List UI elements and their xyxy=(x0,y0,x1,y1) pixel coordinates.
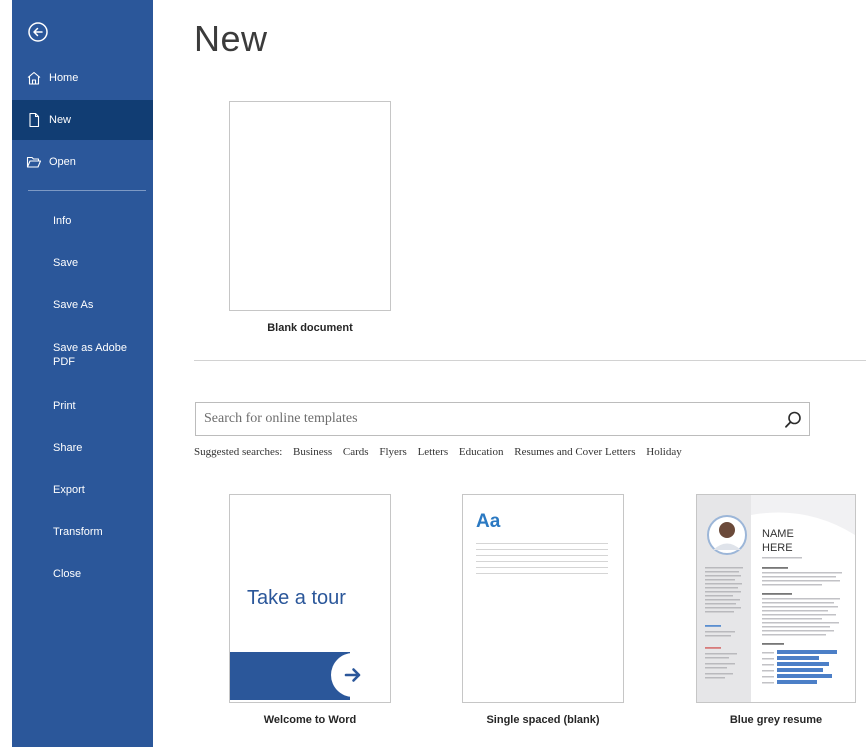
nav-new[interactable]: New xyxy=(12,100,153,140)
sidebar-item-save-as[interactable]: Save As xyxy=(53,298,149,312)
take-a-tour-text: Take a tour xyxy=(247,587,346,609)
sidebar-item-save-as-adobe-pdf[interactable]: Save as Adobe PDF xyxy=(53,341,141,369)
suggested-link-cards[interactable]: Cards xyxy=(343,446,369,458)
template-search-input[interactable] xyxy=(196,403,792,435)
sidebar-item-export[interactable]: Export xyxy=(53,483,149,497)
resume-name-line-2: HERE xyxy=(762,542,793,554)
nav-open-label: Open xyxy=(49,156,76,168)
sidebar-divider xyxy=(28,190,146,191)
text-line-placeholder xyxy=(476,573,608,574)
suggested-link-resumes-and-cover-letters[interactable]: Resumes and Cover Letters xyxy=(514,446,635,458)
page-title: New xyxy=(194,18,268,59)
sidebar-item-info[interactable]: Info xyxy=(53,214,149,228)
suggested-link-letters[interactable]: Letters xyxy=(418,446,449,458)
welcome-to-word-thumbnail[interactable]: Take a tour xyxy=(229,494,391,703)
sidebar-item-share[interactable]: Share xyxy=(53,441,149,455)
suggested-link-education[interactable]: Education xyxy=(459,446,504,458)
sidebar-item-print[interactable]: Print xyxy=(53,399,149,413)
text-line-placeholder xyxy=(476,567,608,568)
suggested-searches: Suggested searches: Business Cards Flyer… xyxy=(194,446,690,458)
sidebar-item-save[interactable]: Save xyxy=(53,256,149,270)
template-search-box xyxy=(195,402,810,436)
nav-home[interactable]: Home xyxy=(12,58,153,98)
suggested-link-holiday[interactable]: Holiday xyxy=(646,446,681,458)
section-divider xyxy=(194,360,866,361)
text-line-placeholder xyxy=(476,543,608,544)
text-line-placeholder xyxy=(476,555,608,556)
aa-text: Aa xyxy=(476,511,501,532)
suggested-link-business[interactable]: Business xyxy=(293,446,332,458)
welcome-to-word-caption: Welcome to Word xyxy=(263,714,357,726)
single-spaced-thumbnail[interactable]: Aa xyxy=(462,494,624,703)
home-icon xyxy=(27,71,41,85)
blank-document-caption: Blank document xyxy=(267,322,353,334)
blank-document-thumbnail[interactable] xyxy=(229,101,391,311)
backstage-sidebar: Home New Open Info Save Save As Save as … xyxy=(12,0,153,747)
blue-grey-resume-thumbnail[interactable]: NAME HERE xyxy=(696,494,856,703)
text-line-placeholder xyxy=(476,561,608,562)
open-folder-icon xyxy=(26,156,42,168)
nav-open[interactable]: Open xyxy=(12,142,153,182)
resume-name-line-1: NAME xyxy=(762,528,794,540)
arrow-right-icon xyxy=(344,668,361,682)
nav-home-label: Home xyxy=(49,72,79,84)
suggested-searches-label: Suggested searches: xyxy=(194,446,283,458)
resume-preview: NAME HERE xyxy=(697,495,855,702)
back-arrow-icon[interactable] xyxy=(26,20,50,44)
single-spaced-caption: Single spaced (blank) xyxy=(486,714,600,726)
sidebar-item-close[interactable]: Close xyxy=(53,567,149,581)
search-icon[interactable] xyxy=(783,410,803,430)
nav-new-label: New xyxy=(49,114,72,126)
new-document-icon xyxy=(29,112,40,128)
suggested-link-flyers[interactable]: Flyers xyxy=(379,446,407,458)
text-line-placeholder xyxy=(476,549,608,550)
blue-grey-resume-caption: Blue grey resume xyxy=(729,714,823,726)
sidebar-item-transform[interactable]: Transform xyxy=(53,525,149,539)
